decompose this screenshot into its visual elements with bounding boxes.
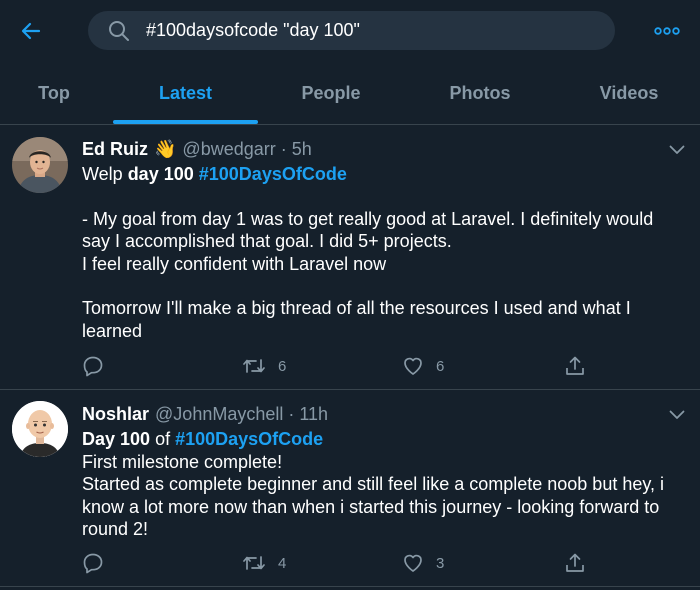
tweet-header: Ed Ruiz 👋 @bwedgarr · 5h [82, 137, 312, 161]
back-button[interactable] [17, 17, 45, 45]
chevron-down-icon [669, 410, 685, 419]
retweet-icon [243, 556, 265, 570]
separator-dot: · [288, 403, 295, 424]
tweet-title-line: Welp day 100 #100DaysOfCode [82, 163, 682, 186]
tab-photos[interactable]: Photos [404, 62, 556, 124]
top-bar [0, 0, 700, 62]
more-dots-icon [654, 27, 680, 35]
text-fragment: Welp [82, 164, 128, 184]
cartoon-avatar-icon [12, 401, 68, 457]
retweet-count: 4 [278, 554, 287, 572]
tweet-title-line: Day 100 of #100DaysOfCode [82, 428, 682, 451]
retweet-icon [243, 359, 265, 373]
tab-latest[interactable]: Latest [113, 62, 258, 124]
avatar[interactable] [12, 401, 68, 457]
tab-videos[interactable]: Videos [556, 62, 700, 124]
share-icon [566, 553, 584, 572]
separator-dot: · [280, 138, 287, 159]
user-handle[interactable]: @bwedgarr [182, 139, 275, 160]
tweet-actions: 4 3 [82, 551, 682, 575]
text-fragment: of [150, 429, 176, 449]
heart-icon [404, 554, 422, 572]
tweet-header: Noshlar @JohnMaychell · 11h [82, 402, 328, 426]
tweet-time[interactable]: 5h [292, 139, 312, 160]
like-button[interactable]: 3 [402, 551, 444, 575]
hashtag-link[interactable]: #100DaysOfCode [199, 164, 347, 184]
avatar[interactable] [12, 137, 68, 193]
tweet-line: learned [82, 320, 143, 341]
share-button[interactable] [564, 354, 586, 378]
tweet[interactable]: Noshlar @JohnMaychell · 11h Day 100 of #… [0, 390, 700, 587]
tweet-menu-button[interactable] [666, 404, 688, 426]
tweet-line: Started as complete beginner and still f… [82, 474, 665, 494]
display-name[interactable]: Noshlar [82, 404, 149, 425]
tweet-line: First milestone complete! [82, 451, 283, 472]
tweet-text: Welp day 100 #100DaysOfCode - My goal fr… [82, 163, 682, 342]
retweet-count: 6 [278, 357, 287, 375]
bold-phrase: day 100 [127, 164, 194, 184]
tab-people[interactable]: People [258, 62, 404, 124]
search-results-screen: Top Latest People Photos Videos Ed Ruiz … [0, 0, 700, 590]
tweet-line: know a lot more now than when i started … [82, 496, 660, 517]
chevron-down-icon [669, 145, 685, 154]
tweet-text: Day 100 of #100DaysOfCode First mileston… [82, 428, 682, 541]
waving-hand-icon: 👋 [154, 138, 177, 159]
tweet-time[interactable]: 11h [299, 404, 328, 425]
share-button[interactable] [564, 551, 586, 575]
search-tabs: Top Latest People Photos Videos [0, 62, 700, 125]
tweet-line: I feel really confident with Laravel now [82, 253, 387, 274]
search-input[interactable] [146, 11, 586, 50]
tweet-line: round 2! [82, 519, 149, 539]
tweet-line: Tomorrow I'll make a big thread of all t… [82, 298, 631, 318]
tweet-line: - My goal from day 1 was to get really g… [82, 208, 654, 229]
reply-icon [83, 553, 103, 574]
search-icon [109, 21, 129, 41]
more-options-button[interactable] [652, 18, 682, 44]
retweet-button[interactable]: 6 [242, 354, 286, 378]
share-icon [566, 356, 584, 375]
tweet-menu-button[interactable] [666, 139, 688, 161]
reply-button[interactable] [82, 551, 104, 575]
like-count: 3 [436, 554, 445, 572]
retweet-button[interactable]: 4 [242, 551, 286, 575]
active-tab-indicator [113, 120, 258, 124]
hashtag-link[interactable]: #100DaysOfCode [175, 429, 323, 449]
search-box[interactable] [88, 11, 615, 50]
like-button[interactable]: 6 [402, 354, 444, 378]
bold-phrase: Day 100 [82, 429, 151, 449]
tweet[interactable]: Ed Ruiz 👋 @bwedgarr · 5h Welp day 100 #1… [0, 125, 700, 390]
reply-icon [83, 356, 103, 377]
user-photo-icon [12, 137, 68, 193]
user-handle[interactable]: @JohnMaychell [155, 404, 283, 425]
back-arrow-icon [21, 22, 41, 40]
reply-button[interactable] [82, 354, 104, 378]
tweet-line: say I accomplished that goal. I did 5+ p… [82, 231, 452, 251]
heart-icon [404, 357, 422, 375]
like-count: 6 [436, 357, 445, 375]
tweet-actions: 6 6 [82, 354, 682, 378]
tab-top[interactable]: Top [0, 62, 108, 124]
display-name[interactable]: Ed Ruiz [82, 139, 148, 160]
